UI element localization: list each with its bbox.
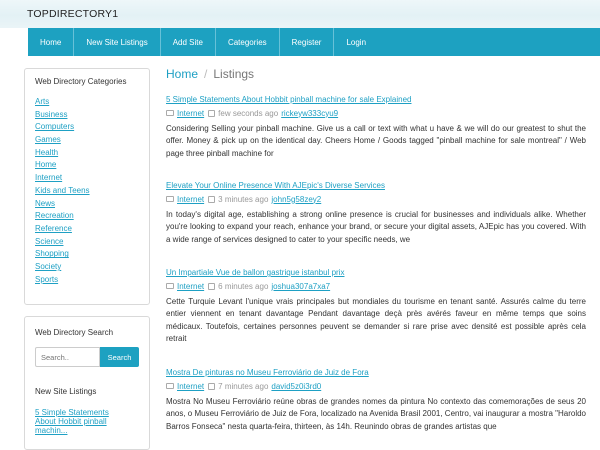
nav-home[interactable]: Home: [28, 28, 75, 56]
listing-user[interactable]: david5z0i3rd0: [271, 382, 321, 391]
listing-time: few seconds ago: [218, 108, 279, 118]
search-panel: Web Directory Search Search New Site Lis…: [24, 316, 150, 450]
listing-category[interactable]: Internet: [177, 195, 204, 204]
search-input[interactable]: [35, 347, 100, 367]
search-row: Search: [35, 347, 139, 367]
search-button[interactable]: Search: [100, 347, 139, 367]
category-link-health[interactable]: Health: [35, 148, 58, 157]
category-link-internet[interactable]: Internet: [35, 173, 62, 182]
listing-item: 5 Simple Statements About Hobbit pinball…: [166, 95, 586, 160]
listing-time: 6 minutes ago: [218, 281, 269, 291]
category-link-home[interactable]: Home: [35, 160, 56, 169]
listing-item: Elevate Your Online Presence With AJEpic…: [166, 181, 586, 246]
category-list: Arts Business Computers Games Health Hom…: [35, 96, 139, 286]
category-link-computers[interactable]: Computers: [35, 122, 74, 131]
category-link-reference[interactable]: Reference: [35, 224, 72, 233]
listing-user[interactable]: joshua307a7xa7: [271, 282, 330, 291]
main-content: Home / Listings 5 Simple Statements Abou…: [166, 64, 586, 431]
listing-body: Cette Turquie Levant l'unique vrais prin…: [166, 297, 586, 343]
listing-meta: Internet 6 minutes ago joshua307a7xa7: [166, 281, 586, 291]
listing-body: Considering Selling your pinball machine…: [166, 124, 586, 158]
breadcrumb-home[interactable]: Home: [166, 67, 198, 81]
site-title[interactable]: TOPDIRECTORY1: [27, 8, 118, 20]
category-link-kids-and-teens[interactable]: Kids and Teens: [35, 186, 90, 195]
categories-panel: Web Directory Categories Arts Business C…: [24, 68, 150, 305]
calendar-icon: [208, 382, 216, 390]
listing-body: In today's digital age, establishing a s…: [166, 210, 586, 244]
category-link-business[interactable]: Business: [35, 110, 67, 119]
listing-user[interactable]: john5g58zey2: [271, 195, 321, 204]
listing-time: 3 minutes ago: [218, 194, 269, 204]
calendar-icon: [208, 195, 216, 203]
category-link-sports[interactable]: Sports: [35, 275, 58, 284]
listing-user[interactable]: rickeyw333cyu9: [281, 109, 338, 118]
listing-title[interactable]: Un Impartiale Vue de ballon gastrique is…: [166, 268, 586, 278]
breadcrumb: Home / Listings: [166, 64, 586, 84]
new-listing-link[interactable]: 5 Simple Statements About Hobbit pinball…: [35, 408, 123, 435]
new-listings-title: New Site Listings: [35, 387, 97, 396]
folder-icon: [166, 110, 174, 116]
folder-icon: [166, 383, 174, 389]
listing-meta: Internet few seconds ago rickeyw333cyu9: [166, 108, 586, 118]
site-header: TOPDIRECTORY1: [0, 0, 600, 28]
listing-title[interactable]: Elevate Your Online Presence With AJEpic…: [166, 181, 586, 191]
category-link-news[interactable]: News: [35, 199, 55, 208]
category-link-arts[interactable]: Arts: [35, 97, 49, 106]
nav-add-site[interactable]: Add Site: [161, 28, 216, 56]
nav-login[interactable]: Login: [334, 28, 378, 56]
listing-meta: Internet 3 minutes ago john5g58zey2: [166, 194, 586, 204]
listing-category[interactable]: Internet: [177, 282, 204, 291]
sidebar: Web Directory Categories Arts Business C…: [24, 68, 150, 450]
listing-body: Mostra No Museu Ferroviário reúne obras …: [166, 397, 586, 431]
listing-meta: Internet 7 minutes ago david5z0i3rd0: [166, 381, 586, 391]
folder-icon: [166, 283, 174, 289]
listing-item: Un Impartiale Vue de ballon gastrique is…: [166, 268, 586, 345]
categories-title: Web Directory Categories: [35, 77, 127, 86]
calendar-icon: [208, 282, 216, 290]
listing-title[interactable]: 5 Simple Statements About Hobbit pinball…: [166, 95, 586, 105]
category-link-recreation[interactable]: Recreation: [35, 211, 74, 220]
category-link-shopping[interactable]: Shopping: [35, 249, 69, 258]
search-title: Web Directory Search: [35, 328, 114, 337]
breadcrumb-separator: /: [204, 67, 208, 81]
breadcrumb-current: Listings: [213, 67, 255, 81]
listing-item: Mostra De pinturas no Museu Ferroviário …: [166, 368, 586, 433]
category-link-games[interactable]: Games: [35, 135, 61, 144]
listing-title[interactable]: Mostra De pinturas no Museu Ferroviário …: [166, 368, 586, 378]
category-link-society[interactable]: Society: [35, 262, 61, 271]
nav-new-site-listings[interactable]: New Site Listings: [74, 28, 161, 56]
listing-time: 7 minutes ago: [218, 381, 269, 391]
nav-register[interactable]: Register: [280, 28, 335, 56]
category-link-science[interactable]: Science: [35, 237, 63, 246]
listing-category[interactable]: Internet: [177, 382, 204, 391]
calendar-icon: [208, 109, 216, 117]
listing-category[interactable]: Internet: [177, 109, 204, 118]
folder-icon: [166, 196, 174, 202]
nav-categories[interactable]: Categories: [216, 28, 280, 56]
main-nav: Home New Site Listings Add Site Categori…: [28, 28, 600, 56]
